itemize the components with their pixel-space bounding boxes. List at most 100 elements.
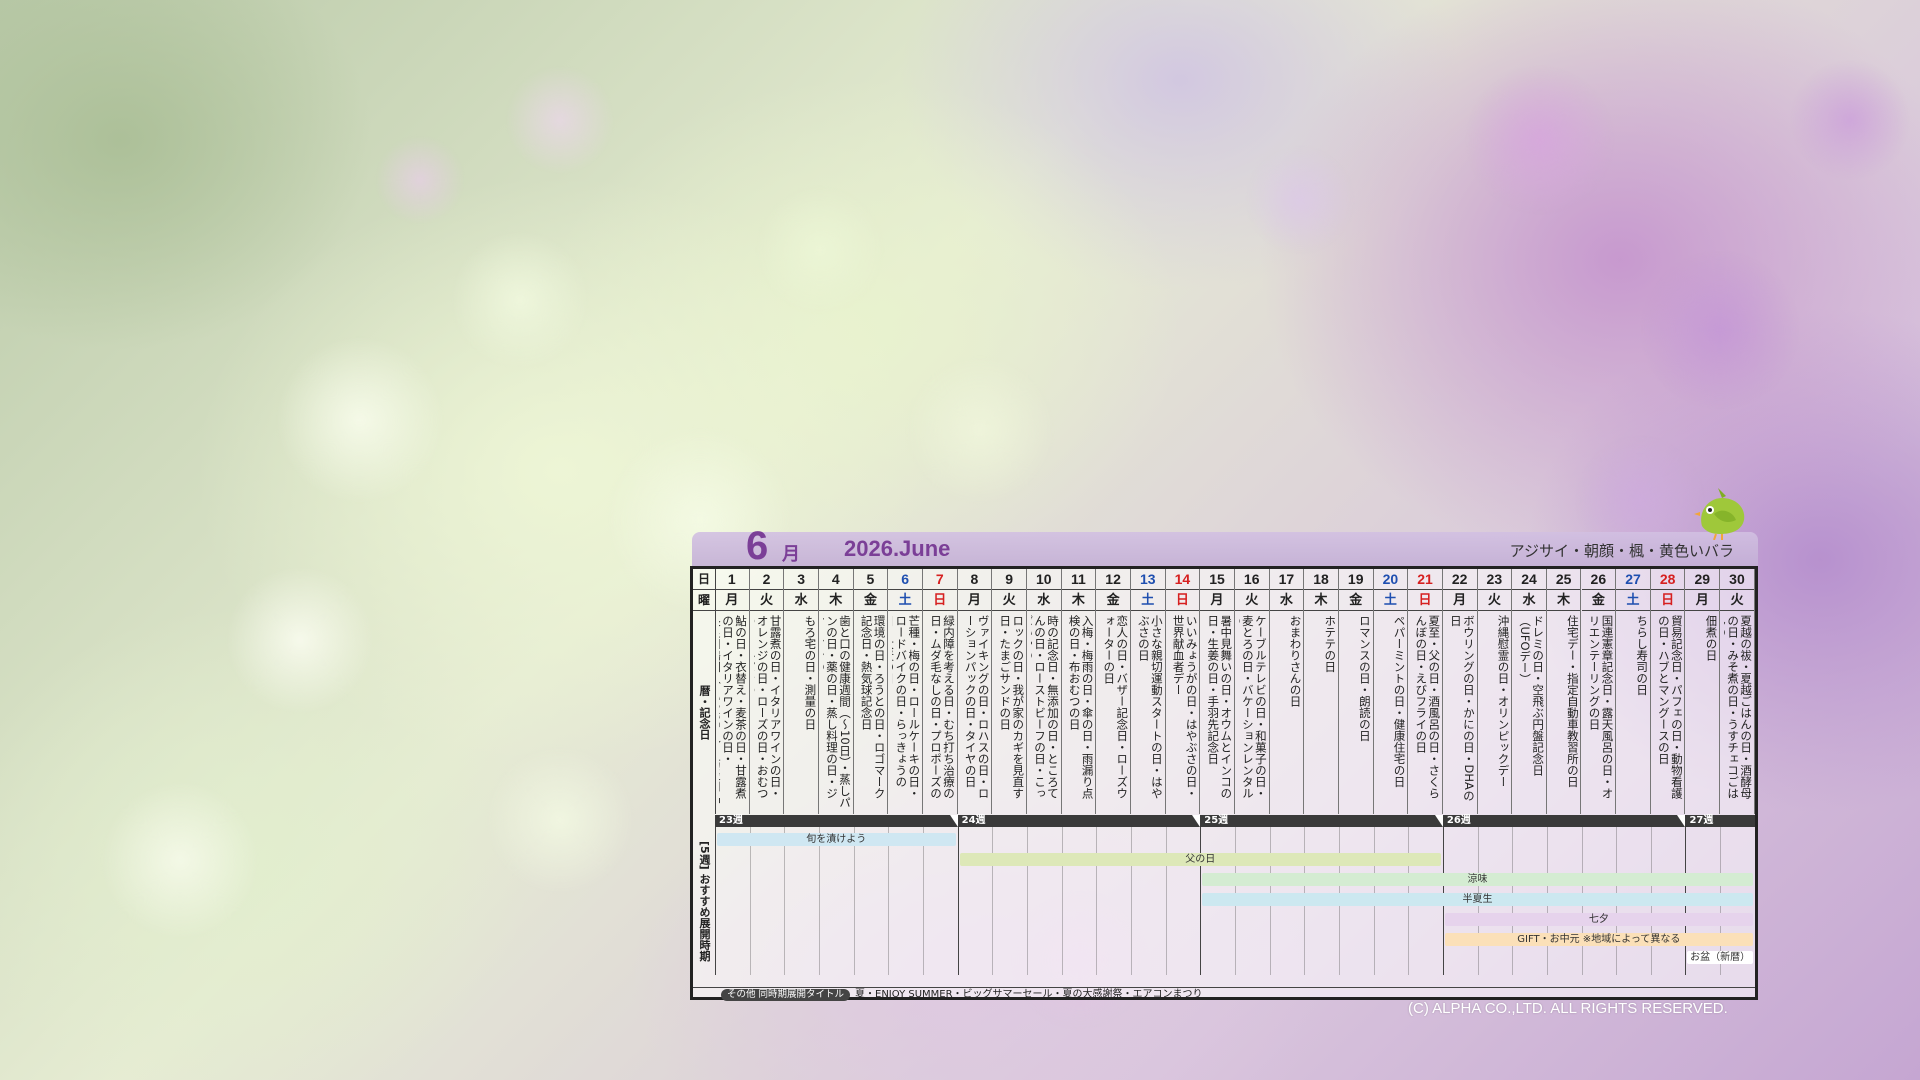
day-events: 貿易記念日・パフェの日・動物看護の日・ハブとマングースの日 bbox=[1656, 615, 1683, 799]
day-events: 甘露煮の日・イタリアワインの日・オレンジの日・ローズの日・おむつの日・ルパンの日 bbox=[754, 615, 782, 799]
weekday-label: 月 bbox=[957, 590, 992, 611]
weekday-label: 日 bbox=[1408, 590, 1442, 611]
day-number: 18 bbox=[1304, 569, 1338, 590]
day-events: 佃煮の日 bbox=[1704, 615, 1718, 661]
day-column: 5 金環境の日・ろうとの日・ロゴマーク記念日・熱気球記念日 bbox=[853, 569, 889, 814]
day-column: 16火ケーブルテレビの日・和菓子の日・麦とろの日・バケーションレンタルの日 bbox=[1234, 569, 1270, 814]
promotions-area: 旬を漬けよう 父の日 涼味 半夏生 七夕 GIFT・お中元 ※地域によって異なる お盆（新暦… bbox=[715, 827, 1755, 989]
day-events: 時の記念日・無添加の日・ところてんの日・ローストビーフの日・こっぱい骨の日 bbox=[1031, 615, 1059, 799]
day-column: 14 日いいみょうがの日・はやぶさの日・世界献血者デー bbox=[1165, 569, 1201, 814]
day-row-label: 日 bbox=[693, 569, 716, 590]
day-number: 17 bbox=[1269, 569, 1304, 590]
day-column: 12 金恋人の日・バザー記念日・ローズウォーターの日 bbox=[1096, 569, 1131, 814]
promo-grid-line bbox=[957, 827, 959, 975]
day-column: 8 月ヴァイキングの日・ロハスの日・ローションパックの日・タイヤの日 bbox=[957, 569, 993, 814]
week-divider-arrow bbox=[1677, 815, 1686, 827]
weekday-label: 月 bbox=[715, 590, 749, 611]
promotion-bar: 半夏生 bbox=[1202, 893, 1753, 906]
hydrangea-floret bbox=[450, 230, 590, 370]
week-label: 27週 bbox=[1689, 815, 1714, 826]
day-column: 18 木ホテテの日 bbox=[1304, 569, 1339, 814]
weekday-label: 土 bbox=[888, 590, 922, 611]
week-label: 26週 bbox=[1446, 815, 1471, 826]
weekday-label: 金 bbox=[1338, 590, 1373, 611]
weekday-label: 金 bbox=[1096, 590, 1130, 611]
copyright-notice: (C) ALPHA CO.,LTD. ALL RIGHTS RESERVED. bbox=[1408, 1000, 1728, 1017]
day-column: 25 木住宅デー・指定自動車教習所の日 bbox=[1546, 569, 1582, 814]
day-column: 15 月暑中見舞いの日・オウムとインコの日・生姜の日・手羽先記念日 bbox=[1200, 569, 1235, 814]
day-column: 21 日夏至・父の日・酒風呂の日・さくらんぼの日・えびフライの日 bbox=[1408, 569, 1443, 814]
month-number: 6 bbox=[746, 524, 769, 568]
weekday-label: 木 bbox=[1061, 590, 1096, 611]
day-events: 鮎の日・衣替え・麦茶の日・甘露煮の日・イタリアワインの日・ 長良川鵜飼（～10/… bbox=[719, 615, 747, 804]
day-number: 24 bbox=[1512, 569, 1546, 590]
day-events: ちらし寿司の日 bbox=[1635, 615, 1649, 696]
promo-grid-line bbox=[1061, 827, 1063, 975]
promo-grid-line bbox=[1165, 827, 1167, 975]
day-number: 25 bbox=[1546, 569, 1581, 590]
weekday-label: 金 bbox=[1581, 590, 1616, 611]
weekday-label: 土 bbox=[1373, 590, 1408, 611]
day-number: 15 bbox=[1200, 569, 1234, 590]
day-events: 夏至・父の日・酒風呂の日・さくらんぼの日・えびフライの日 bbox=[1414, 615, 1441, 799]
day-events: 歯と口の健康週間（～10日）・蒸しパンの日・薬の日・蒸し料理の日・ジャイアンの日 bbox=[823, 615, 851, 808]
day-events: もろ宅の日・測量の日 bbox=[803, 615, 817, 730]
day-events: ロマンスの日・朗読の日 bbox=[1357, 615, 1371, 742]
promotion-bar: お盆（新暦） bbox=[1687, 951, 1753, 964]
day-number: 21 bbox=[1408, 569, 1442, 590]
day-column: 4木歯と口の健康週間（～10日）・蒸しパンの日・薬の日・蒸し料理の日・ジャイアン… bbox=[818, 569, 854, 814]
year-label: 2026.June bbox=[844, 536, 951, 561]
day-events: 緑内障を考える日・むち打ち治療の日・ムダ毛なしの日・プロポーズの日 bbox=[927, 615, 955, 799]
hydrangea-floret bbox=[1640, 250, 1800, 410]
day-column: 29 月佃煮の日 bbox=[1685, 569, 1721, 814]
weekday-label: 水 bbox=[1512, 590, 1546, 611]
weekday-label: 月 bbox=[1685, 590, 1720, 611]
hydrangea-floret bbox=[275, 335, 445, 505]
weekday-label: 日 bbox=[1165, 590, 1200, 611]
day-column: 17 水おまわりさんの日 bbox=[1269, 569, 1305, 814]
events-row-label: 暦・記念日 bbox=[693, 611, 716, 814]
weekday-label: 月 bbox=[1442, 590, 1477, 611]
calendar-grid: 日 曜 暦・記念日 1 月鮎の日・衣替え・麦茶の日・甘露煮の日・イタリアワインの日… bbox=[690, 566, 1758, 1001]
promo-grid-line bbox=[1130, 827, 1132, 975]
day-events: ボウリングの日・かにの日・DHAの日 bbox=[1448, 615, 1475, 802]
day-number: 26 bbox=[1581, 569, 1616, 590]
day-column: 11 木入梅・梅雨の日・傘の日・雨漏り点検の日・布おむつの日 bbox=[1061, 569, 1097, 814]
day-column: 24 水ドレミの日・空飛ぶ円盤記念日（UFOデー） bbox=[1512, 569, 1547, 814]
promotion-bar: 旬を漬けよう bbox=[717, 833, 956, 846]
promo-grid-line bbox=[1200, 827, 1202, 975]
promo-grid-line bbox=[784, 827, 786, 975]
weekday-label: 月 bbox=[1200, 590, 1234, 611]
weekday-label: 火 bbox=[992, 590, 1026, 611]
day-number: 28 bbox=[1650, 569, 1685, 590]
day-column: 27 土ちらし寿司の日 bbox=[1616, 569, 1651, 814]
day-events: ケーブルテレビの日・和菓子の日・麦とろの日・バケーションレンタルの日 bbox=[1239, 615, 1267, 799]
day-number: 27 bbox=[1616, 569, 1650, 590]
calendar-panel: 6 月 2026.June アジサイ・朝顔・楓・黄色いバラ 日 曜 暦・記念日 … bbox=[690, 488, 1758, 1001]
promo-grid-line bbox=[992, 827, 994, 975]
promotion-bar: 七夕 bbox=[1444, 913, 1753, 926]
day-number: 9 bbox=[992, 569, 1026, 590]
day-events: 恋人の日・バザー記念日・ローズウォーターの日 bbox=[1102, 615, 1129, 799]
promotion-bar: 父の日 bbox=[959, 853, 1441, 866]
week-divider-arrow bbox=[949, 815, 958, 827]
hydrangea-floret bbox=[905, 355, 1055, 505]
day-number: 22 bbox=[1442, 569, 1477, 590]
day-events: ペパーミントの日・健康住宅の日 bbox=[1392, 615, 1406, 788]
hydrangea-floret bbox=[755, 185, 885, 315]
promotions-row-label: [5週] おすすめ展開時期 bbox=[693, 827, 716, 975]
weekday-label: 木 bbox=[1546, 590, 1581, 611]
day-column: 28 日貿易記念日・パフェの日・動物看護の日・ハブとマングースの日 bbox=[1650, 569, 1686, 814]
other-titles-text: 夏・ENJOY SUMMER・ビッグサマーセール・夏の大感謝祭・エアコンまつり bbox=[855, 989, 1203, 1000]
promotion-bar: 涼味 bbox=[1202, 873, 1753, 886]
calendar-header: 6 月 2026.June アジサイ・朝顔・楓・黄色いバラ bbox=[692, 488, 1758, 568]
day-events: いいみょうがの日・はやぶさの日・世界献血者デー bbox=[1171, 615, 1198, 799]
day-events: ロックの日・我が家のカギを見直す日・たまごサンドの日 bbox=[998, 615, 1025, 799]
weekday-label: 水 bbox=[1026, 590, 1061, 611]
promo-grid-line bbox=[818, 827, 820, 975]
day-events: 沖縄慰霊の日・オリンピックデー bbox=[1496, 615, 1510, 788]
day-column: 2火甘露煮の日・イタリアワインの日・オレンジの日・ローズの日・おむつの日・ルパン… bbox=[749, 569, 785, 814]
day-number: 8 bbox=[957, 569, 992, 590]
day-number: 6 bbox=[888, 569, 922, 590]
day-number: 16 bbox=[1234, 569, 1269, 590]
